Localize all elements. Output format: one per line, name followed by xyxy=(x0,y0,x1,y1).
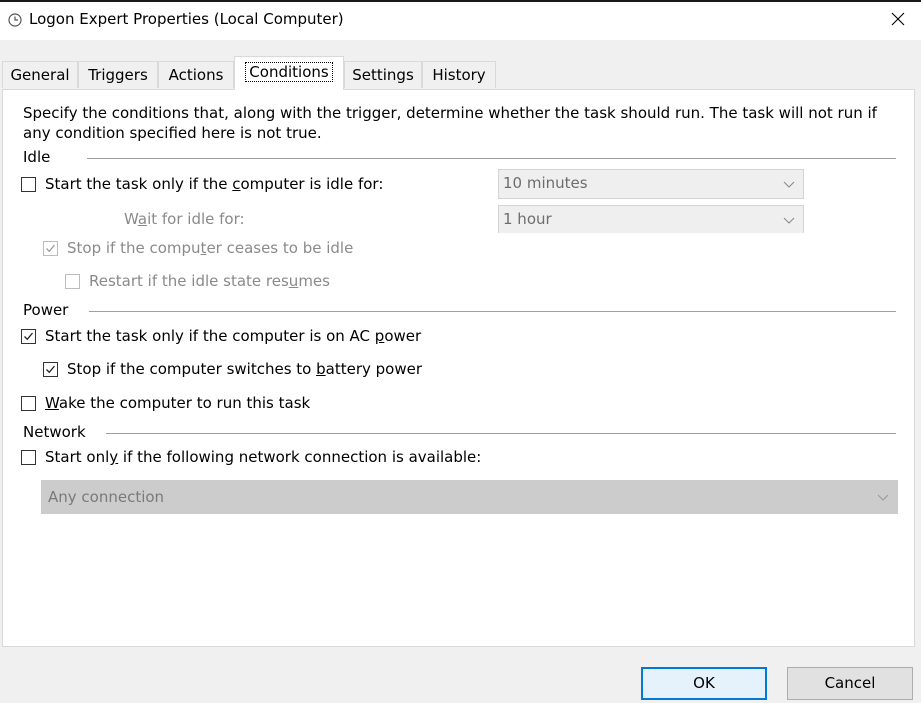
restart-if-idle-checkbox[interactable] xyxy=(65,273,80,289)
tab-label: Actions xyxy=(168,66,224,84)
network-checkbox[interactable] xyxy=(21,449,36,465)
wake-computer-label: Wake the computer to run this task xyxy=(45,394,311,412)
network-group-divider xyxy=(106,433,896,434)
wake-computer-checkbox-row[interactable]: Wake the computer to run this task xyxy=(21,393,310,413)
power-group-divider xyxy=(89,311,896,312)
tab-settings[interactable]: Settings xyxy=(344,61,422,88)
idle-group-label: Idle xyxy=(23,148,51,166)
network-connection-select[interactable]: Any connection xyxy=(41,480,898,514)
wake-computer-checkbox[interactable] xyxy=(21,395,36,411)
wait-duration-select[interactable]: 1 hour xyxy=(498,205,804,233)
tab-actions[interactable]: Actions xyxy=(158,61,234,88)
cancel-button[interactable]: Cancel xyxy=(787,667,913,700)
wait-idle-label: Wait for idle for: xyxy=(124,210,245,228)
ac-power-label: Start the task only if the computer is o… xyxy=(45,327,422,345)
window-title: Logon Expert Properties (Local Computer) xyxy=(29,10,344,28)
start-if-idle-checkbox-row[interactable]: Start the task only if the computer is i… xyxy=(21,174,383,194)
clock-icon xyxy=(8,13,22,27)
ac-power-checkbox-row[interactable]: Start the task only if the computer is o… xyxy=(21,326,421,346)
tab-general[interactable]: General xyxy=(2,61,78,88)
check-icon xyxy=(46,244,56,252)
idle-duration-select[interactable]: 10 minutes xyxy=(498,169,804,199)
stop-if-not-idle-checkbox[interactable] xyxy=(43,240,58,256)
network-connection-value: Any connection xyxy=(48,488,165,506)
start-if-idle-label: Start the task only if the computer is i… xyxy=(45,175,384,193)
battery-stop-checkbox[interactable] xyxy=(43,361,58,377)
network-group-label: Network xyxy=(23,423,86,441)
power-group-label: Power xyxy=(23,301,69,319)
tab-triggers[interactable]: Triggers xyxy=(78,61,158,88)
tab-label: Triggers xyxy=(88,66,148,84)
stop-if-not-idle-label: Stop if the computer ceases to be idle xyxy=(67,239,354,257)
tab-history[interactable]: History xyxy=(422,61,496,88)
tab-label: Conditions xyxy=(245,62,333,82)
close-button[interactable] xyxy=(875,2,921,38)
restart-if-idle-label: Restart if the idle state resumes xyxy=(89,272,330,290)
wait-duration-value: 1 hour xyxy=(503,210,552,228)
conditions-panel: Specify the conditions that, along with … xyxy=(2,89,915,647)
tab-conditions[interactable]: Conditions xyxy=(234,56,344,90)
ok-button[interactable]: OK xyxy=(641,667,767,700)
check-icon xyxy=(46,365,56,373)
stop-if-not-idle-checkbox-row[interactable]: Stop if the computer ceases to be idle xyxy=(43,238,353,258)
tab-label: Settings xyxy=(352,66,414,84)
tab-label: History xyxy=(432,66,486,84)
tab-strip: General Triggers Actions Conditions Sett… xyxy=(0,40,921,90)
restart-if-idle-checkbox-row[interactable]: Restart if the idle state resumes xyxy=(65,271,330,291)
ac-power-checkbox[interactable] xyxy=(21,328,36,344)
idle-group-divider xyxy=(87,158,896,159)
start-if-idle-checkbox[interactable] xyxy=(21,176,36,192)
idle-duration-value: 10 minutes xyxy=(503,174,588,192)
check-icon xyxy=(24,332,34,340)
chevron-down-icon xyxy=(869,481,897,513)
network-label: Start only if the following network conn… xyxy=(45,448,482,466)
battery-stop-label: Stop if the computer switches to battery… xyxy=(67,360,422,378)
network-checkbox-row[interactable]: Start only if the following network conn… xyxy=(21,447,481,467)
title-bar: Logon Expert Properties (Local Computer) xyxy=(0,0,921,40)
description-text: Specify the conditions that, along with … xyxy=(23,104,877,142)
battery-stop-checkbox-row[interactable]: Stop if the computer switches to battery… xyxy=(43,359,422,379)
tab-label: General xyxy=(10,66,70,84)
chevron-down-icon xyxy=(775,170,803,198)
chevron-down-icon xyxy=(775,206,803,233)
